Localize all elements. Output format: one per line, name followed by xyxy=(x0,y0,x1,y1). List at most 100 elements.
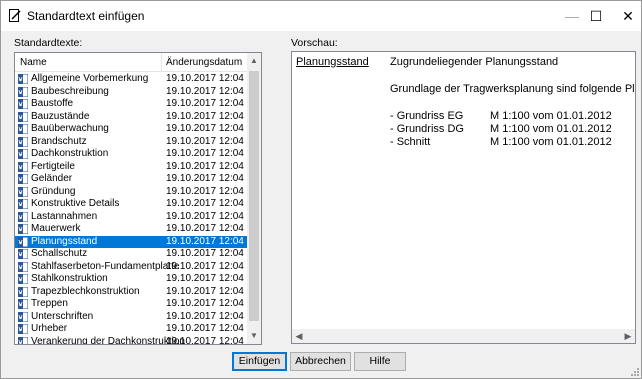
word-document-icon xyxy=(18,274,28,284)
help-button[interactable]: Hilfe xyxy=(354,352,406,371)
preview-item-detail: M 1:100 vom 01.01.2012 xyxy=(490,110,612,122)
column-divider[interactable] xyxy=(161,53,162,71)
list-item-date: 19.10.2017 12:04 xyxy=(166,110,244,122)
word-document-icon xyxy=(18,311,28,322)
list-item[interactable]: Treppen 19.10.2017 12:04 xyxy=(15,298,247,311)
list-item[interactable]: Mauerwerk 19.10.2017 12:04 xyxy=(15,223,247,236)
list-item-date: 19.10.2017 12:04 xyxy=(166,235,244,247)
word-document-icon xyxy=(18,99,28,109)
list-item[interactable]: Geländer 19.10.2017 12:04 xyxy=(15,173,247,186)
preview-heading: Planungsstand xyxy=(296,56,369,68)
preview-item-detail: M 1:100 vom 01.01.2012 xyxy=(490,136,612,148)
list-item[interactable]: Allgemeine Vorbemerkung 19.10.2017 12:04 xyxy=(15,73,247,86)
word-document-icon xyxy=(18,211,28,222)
list-item[interactable]: Urheber 19.10.2017 12:04 xyxy=(15,323,247,336)
list-item-name: Planungsstand xyxy=(31,235,98,247)
list-item[interactable]: Bauüberwachung 19.10.2017 12:04 xyxy=(15,123,247,136)
list-item-name: Schallschutz xyxy=(31,248,88,259)
preview-item-label: - Grundriss DG xyxy=(390,123,464,135)
list-item-name: Stahlfaserbeton-Fundamentplatte xyxy=(31,260,180,272)
standard-text-list[interactable]: Name Änderungsdatum Allgemeine Vorbemerk… xyxy=(14,52,262,345)
list-item-date: 19.10.2017 12:04 xyxy=(166,73,244,84)
list-item[interactable]: Baubeschreibung 19.10.2017 12:04 xyxy=(15,86,247,99)
list-item[interactable]: Trapezblechkonstruktion 19.10.2017 12:04 xyxy=(15,286,247,299)
list-item-name: Konstruktive Details xyxy=(31,198,120,209)
list-item-name: Treppen xyxy=(31,298,68,309)
list-item-date: 19.10.2017 12:04 xyxy=(166,173,244,184)
list-item-date: 19.10.2017 12:04 xyxy=(166,123,244,134)
list-item[interactable]: Baustoffe 19.10.2017 12:04 xyxy=(15,98,247,111)
list-item[interactable]: Stahlkonstruktion 19.10.2017 12:04 xyxy=(15,273,247,286)
word-document-icon xyxy=(18,74,28,84)
word-document-icon xyxy=(18,199,28,209)
word-document-icon xyxy=(18,336,28,344)
list-item-date: 19.10.2017 12:04 xyxy=(166,198,244,209)
list-item-date: 19.10.2017 12:04 xyxy=(166,85,244,97)
list-item[interactable]: Bauzustände 19.10.2017 12:04 xyxy=(15,111,247,124)
word-document-icon xyxy=(18,261,28,272)
list-item[interactable]: Fertigteile 19.10.2017 12:04 xyxy=(15,161,247,174)
list-item-name: Stahlkonstruktion xyxy=(31,273,108,284)
scroll-up-arrow-icon[interactable]: ▲ xyxy=(247,53,261,69)
list-item[interactable]: Stahlfaserbeton-Fundamentplatte 19.10.201… xyxy=(15,261,247,274)
document-edit-icon xyxy=(9,9,21,22)
preview-intro: Grundlage der Tragwerksplanung sind folg… xyxy=(390,83,636,95)
list-item-name: Verankerung der Dachkonstruktion xyxy=(31,335,185,345)
list-item-date: 19.10.2017 12:04 xyxy=(166,285,244,297)
vertical-scrollbar[interactable]: ▲ ▼ xyxy=(247,53,261,344)
list-item-date: 19.10.2017 12:04 xyxy=(166,310,244,322)
list-item-date: 19.10.2017 12:04 xyxy=(166,160,244,172)
word-document-icon xyxy=(18,249,28,259)
window-title: Standardtext einfügen xyxy=(27,9,145,23)
preview-item-detail: M 1:100 vom 01.01.2012 xyxy=(490,123,612,135)
scroll-thumb[interactable] xyxy=(249,71,259,321)
word-document-icon xyxy=(18,299,28,309)
preview-pane[interactable]: Planungsstand Zugrundeliegender Planungs… xyxy=(291,51,636,344)
list-item-name: Gründung xyxy=(31,185,76,197)
list-item-name: Trapezblechkonstruktion xyxy=(31,285,140,297)
resize-grip-icon[interactable] xyxy=(630,367,639,376)
list-item-name: Brandschutz xyxy=(31,135,87,147)
word-document-icon xyxy=(18,136,28,147)
list-item-date: 19.10.2017 12:04 xyxy=(166,210,244,222)
list-item[interactable]: Gründung 19.10.2017 12:04 xyxy=(15,186,247,199)
preview-item-label: - Schnitt xyxy=(390,136,431,148)
preview-label: Vorschau: xyxy=(291,37,338,49)
list-item-name: Baubeschreibung xyxy=(31,85,109,97)
word-document-icon xyxy=(18,174,28,184)
horizontal-scrollbar[interactable]: ◀ ▶ xyxy=(292,329,635,343)
list-header: Name Änderungsdatum xyxy=(15,53,247,72)
cancel-button[interactable]: Abbrechen xyxy=(290,352,351,371)
list-item[interactable]: Lastannahmen 19.10.2017 12:04 xyxy=(15,211,247,224)
list-item-date: 19.10.2017 12:04 xyxy=(166,335,244,345)
list-item-date: 19.10.2017 12:04 xyxy=(166,135,244,147)
list-item[interactable]: Brandschutz 19.10.2017 12:04 xyxy=(15,136,247,149)
word-document-icon xyxy=(18,286,28,297)
list-item-date: 19.10.2017 12:04 xyxy=(166,273,244,284)
preview-title: Zugrundeliegender Planungsstand xyxy=(390,56,559,68)
insert-button[interactable]: Einfügen xyxy=(232,352,287,371)
list-item-name: Urheber xyxy=(31,323,68,334)
column-header-name[interactable]: Name xyxy=(20,57,47,68)
word-document-icon xyxy=(18,324,28,334)
list-item[interactable]: Dachkonstruktion 19.10.2017 12:04 xyxy=(15,148,247,161)
list-item-name: Bauzustände xyxy=(31,110,90,122)
column-header-date[interactable]: Änderungsdatum xyxy=(166,57,242,68)
preview-item-label: - Grundriss EG xyxy=(390,110,464,122)
scroll-down-arrow-icon[interactable]: ▼ xyxy=(247,328,261,344)
list-item[interactable]: Schallschutz 19.10.2017 12:04 xyxy=(15,248,247,261)
word-document-icon xyxy=(18,186,28,197)
dialog-window: Standardtext einfügen — ☐ ✕ Standardtext… xyxy=(0,0,642,379)
list-item[interactable]: Unterschriften 19.10.2017 12:04 xyxy=(15,311,247,324)
list-item-name: Dachkonstruktion xyxy=(31,148,109,159)
list-item[interactable]: Planungsstand 19.10.2017 12:04 xyxy=(15,235,247,248)
scroll-right-arrow-icon[interactable]: ▶ xyxy=(621,329,635,343)
list-item-name: Fertigteile xyxy=(31,160,75,172)
standard-texts-label: Standardtexte: xyxy=(14,37,83,49)
word-document-icon xyxy=(18,161,28,172)
list-item[interactable]: Konstruktive Details 19.10.2017 12:04 xyxy=(15,198,247,211)
list-item-name: Bauüberwachung xyxy=(31,123,109,134)
scroll-left-arrow-icon[interactable]: ◀ xyxy=(292,329,306,343)
close-button[interactable]: ✕ xyxy=(605,1,642,31)
list-item[interactable]: Verankerung der Dachkonstruktion 19.10.20… xyxy=(15,335,247,345)
